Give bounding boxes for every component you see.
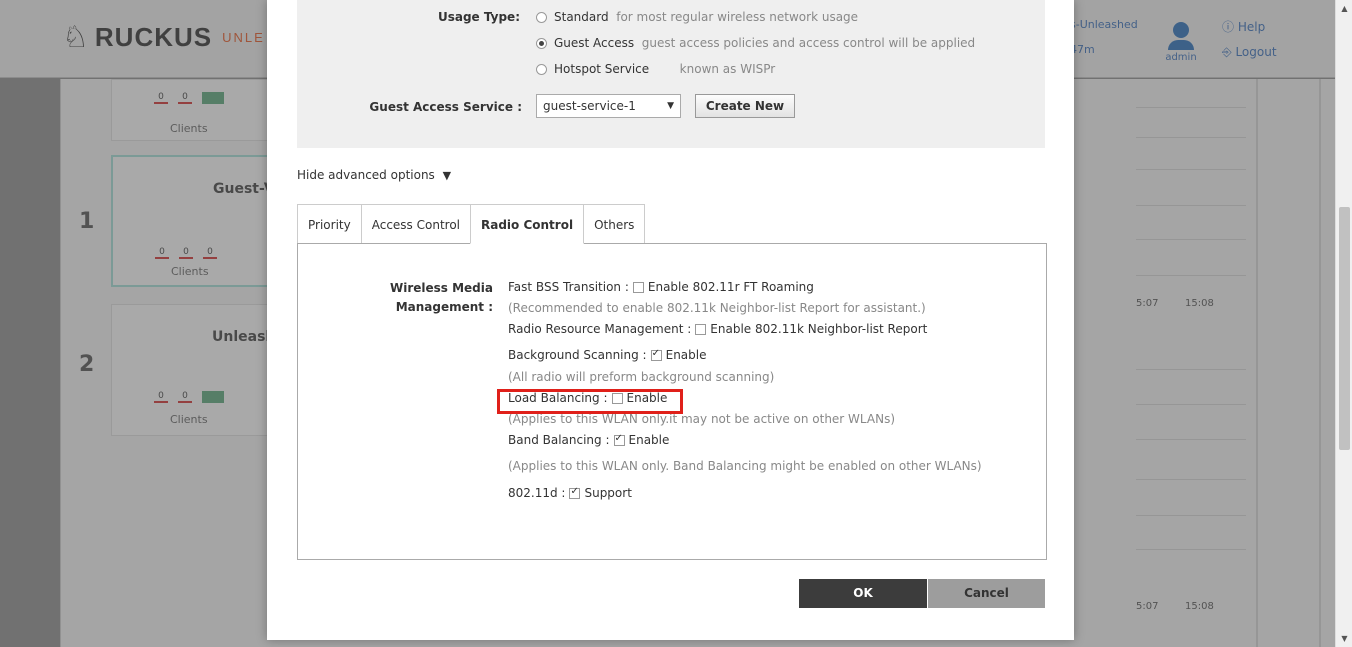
ok-button[interactable]: OK [799,579,927,608]
background-scanning-checkbox[interactable] [650,348,662,361]
band-balancing-note: (Applies to this WLAN only. Band Balanci… [508,459,982,473]
usage-type-section: Usage Type: Standard for most regular wi… [297,0,1045,148]
tab-priority[interactable]: Priority [297,204,362,244]
guest-service-select[interactable]: guest-service-1 ▼ [536,94,681,118]
scroll-up-arrow-icon[interactable]: ▲ [1336,0,1352,17]
cancel-button[interactable]: Cancel [928,579,1045,608]
background-scanning-note: (All radio will preform background scann… [508,370,775,384]
radio-icon[interactable] [536,63,547,75]
wlan-edit-dialog: Usage Type: Standard for most regular wi… [267,0,1074,640]
wireless-media-management-label: Wireless Media Management : [389,281,493,314]
load-balancing-highlight [497,389,683,414]
tab-radio-control[interactable]: Radio Control [470,204,585,244]
rrm-row: Radio Resource Management : Enable 802.1… [508,322,928,336]
80211d-checkbox[interactable] [569,486,581,499]
load-balancing-note: (Applies to this WLAN only.it may not be… [508,412,895,426]
triangle-down-icon: ▼ [442,169,452,182]
usage-standard-radio[interactable]: Standard for most regular wireless netwo… [536,10,858,24]
tab-access-control[interactable]: Access Control [360,204,471,244]
radio-icon[interactable] [536,11,547,23]
usage-hotspot-radio[interactable]: Hotspot Service known as WISPr [536,62,775,76]
tab-others[interactable]: Others [583,204,646,244]
guest-access-service-label: Guest Access Service : [369,100,522,114]
rrm-checkbox[interactable] [695,323,707,335]
fast-bss-checkbox[interactable] [632,281,644,293]
scroll-down-arrow-icon[interactable]: ▼ [1336,630,1352,647]
usage-type-label: Usage Type: [437,10,520,24]
guest-service-value: guest-service-1 [543,99,636,113]
band-balancing-row: Band Balancing : Enable [508,433,669,448]
radio-checked-icon[interactable] [536,37,547,49]
dropdown-arrow-icon: ▼ [667,101,674,111]
background-scanning-row: Background Scanning : Enable [508,348,706,363]
band-balancing-checkbox[interactable] [613,433,625,446]
advanced-tabs: Priority Access Control Radio Control Ot… [297,204,646,244]
scroll-thumb[interactable] [1339,207,1350,450]
usage-guest-access-radio[interactable]: Guest Access guest access policies and a… [536,36,975,50]
create-new-button[interactable]: Create New [695,94,795,118]
80211d-row: 802.11d : Support [508,486,632,501]
hide-advanced-options-toggle[interactable]: Hide advanced options ▼ [297,168,451,182]
fast-bss-note: (Recommended to enable 802.11k Neighbor-… [508,301,926,315]
page-scrollbar[interactable]: ▲ ▼ [1335,0,1352,647]
fast-bss-row: Fast BSS Transition : Enable 802.11r FT … [508,280,814,294]
